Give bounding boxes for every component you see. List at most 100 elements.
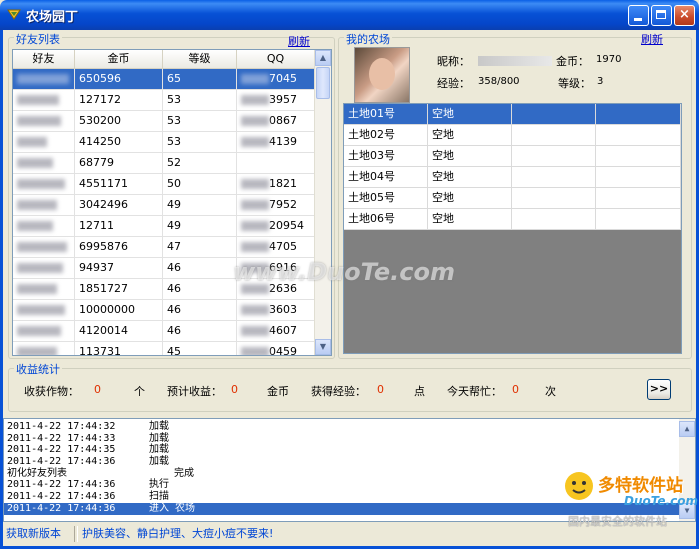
harvest-value: 0 [94,383,101,396]
status-separator [74,526,78,542]
scrollbar-thumb[interactable] [316,67,330,99]
friend-qq-cell: 1821 [237,174,315,194]
friend-row[interactable]: 650596 65 7045 [13,69,315,90]
plot-status-cell: 空地 [428,125,512,145]
log-timestamp: 2011-4-22 17:44:36 [7,479,116,491]
column-header-qq[interactable]: QQ [237,50,315,68]
column-header-friend[interactable]: 好友 [13,50,75,68]
friend-level-cell: 53 [163,132,237,152]
friend-level-cell: 45 [163,342,237,355]
get-new-version-link[interactable]: 获取新版本 [6,526,61,542]
log-message: 加载 [149,444,169,456]
close-button[interactable]: × [674,5,695,26]
scroll-down-icon[interactable]: ▼ [315,339,331,355]
friend-name-cell [13,279,75,299]
log-timestamp: 2011-4-22 17:44:33 [7,432,116,444]
friend-name-cell [13,174,75,194]
redacted-name [17,242,67,252]
friend-qq-cell: 20954 [237,216,315,236]
qq-suffix: 20954 [269,219,304,232]
minimize-button[interactable] [628,5,649,26]
friend-row[interactable]: 6995876 47 4705 [13,237,315,258]
log-line[interactable]: 2011-4-22 17:44:36 加载 [4,456,679,468]
friend-row[interactable]: 4551171 50 1821 [13,174,315,195]
plot-row[interactable]: 土地03号 空地 [344,146,681,167]
log-message: 完成 [174,467,194,479]
status-ad-text[interactable]: 护肤美容、静白护理、大痘小痘不要来! [82,526,273,542]
friend-level-cell: 46 [163,321,237,341]
nickname-value-redacted [478,56,552,66]
friend-name-cell [13,195,75,215]
friend-row[interactable]: 10000000 46 3603 [13,300,315,321]
exp-gained-label: 获得经验： [311,385,366,398]
redacted-qq-prefix [241,74,269,84]
maximize-icon [656,10,666,19]
friend-coins-cell: 94937 [75,258,163,278]
plot-empty-cell [596,146,681,166]
log-line[interactable]: 2011-4-22 17:44:32 加载 [4,421,679,433]
plot-name-cell: 土地03号 [344,146,428,166]
plot-list-rows: 土地01号 空地 土地02号 空地 土地03号 空地 土地04号 空地 土地05号 空地 土地06号… [344,104,681,230]
friend-row[interactable]: 113731 45 0459 [13,342,315,355]
plot-row[interactable]: 土地01号 空地 [344,104,681,125]
plot-row[interactable]: 土地06号 空地 [344,209,681,230]
redacted-qq-prefix [241,326,269,336]
column-header-coins[interactable]: 金币 [75,50,163,68]
redacted-name [17,326,61,336]
title-bar[interactable]: 农场园丁 × [0,0,699,30]
friend-row[interactable]: 530200 53 0867 [13,111,315,132]
friend-row[interactable]: 94937 46 6916 [13,258,315,279]
qq-suffix: 3957 [269,93,297,106]
friend-level-cell: 46 [163,258,237,278]
friend-name-cell [13,90,75,110]
redacted-qq-prefix [241,137,269,147]
friend-row[interactable]: 3042496 49 7952 [13,195,315,216]
friend-coins-cell: 4551171 [75,174,163,194]
go-button[interactable]: >> [647,379,671,400]
logo-text: 多特软件站 [598,476,683,496]
friend-row[interactable]: 4120014 46 4607 [13,321,315,342]
redacted-name [17,284,57,294]
friend-level-cell: 52 [163,153,237,173]
friends-list-scrollbar[interactable]: ▲ ▼ [314,50,331,355]
scroll-up-icon[interactable]: ▲ [315,50,331,66]
coins-value: 1970 [596,54,622,65]
friend-row[interactable]: 1851727 46 2636 [13,279,315,300]
friends-list[interactable]: 好友 金币 等级 QQ 650596 65 7045 127172 53 3957 5302… [12,49,332,356]
friend-row[interactable]: 68779 52 [13,153,315,174]
plot-empty-cell [512,209,596,229]
status-bar: 获取新版本 护肤美容、静白护理、大痘小痘不要来! [3,523,694,545]
friend-row[interactable]: 414250 53 4139 [13,132,315,153]
log-line[interactable]: 2011-4-22 17:44:35 加载 [4,444,679,456]
friend-name-cell [13,321,75,341]
plot-empty-cell [512,125,596,145]
log-line[interactable]: 2011-4-22 17:44:33 加载 [4,433,679,445]
plot-empty-cell [596,167,681,187]
plot-row[interactable]: 土地04号 空地 [344,167,681,188]
redacted-name [17,116,61,126]
friend-level-cell: 46 [163,300,237,320]
friend-qq-cell: 4139 [237,132,315,152]
friend-row[interactable]: 127172 53 3957 [13,90,315,111]
log-scroll-up-icon[interactable]: ▲ [679,421,695,437]
redacted-name [17,179,65,189]
friend-coins-cell: 3042496 [75,195,163,215]
friends-refresh-link[interactable]: 刷新 [288,33,310,49]
plot-row[interactable]: 土地05号 空地 [344,188,681,209]
friend-name-cell [13,300,75,320]
plot-row[interactable]: 土地02号 空地 [344,125,681,146]
maximize-button[interactable] [651,5,672,26]
log-timestamp: 2011-4-22 17:44:36 [7,456,116,468]
qq-suffix: 7952 [269,198,297,211]
mascot-icon [565,472,593,500]
friend-level-cell: 49 [163,216,237,236]
column-header-level[interactable]: 等级 [163,50,237,68]
friend-level-cell: 49 [163,195,237,215]
plot-name-cell: 土地06号 [344,209,428,229]
redacted-qq-prefix [241,179,269,189]
plot-list[interactable]: 土地01号 空地 土地02号 空地 土地03号 空地 土地04号 空地 土地05号 空地 土地06号… [343,103,682,354]
friend-row[interactable]: 12711 49 20954 [13,216,315,237]
plot-empty-cell [512,167,596,187]
farm-refresh-link[interactable]: 刷新 [641,31,663,47]
exp-gained-unit: 点 [414,385,425,398]
